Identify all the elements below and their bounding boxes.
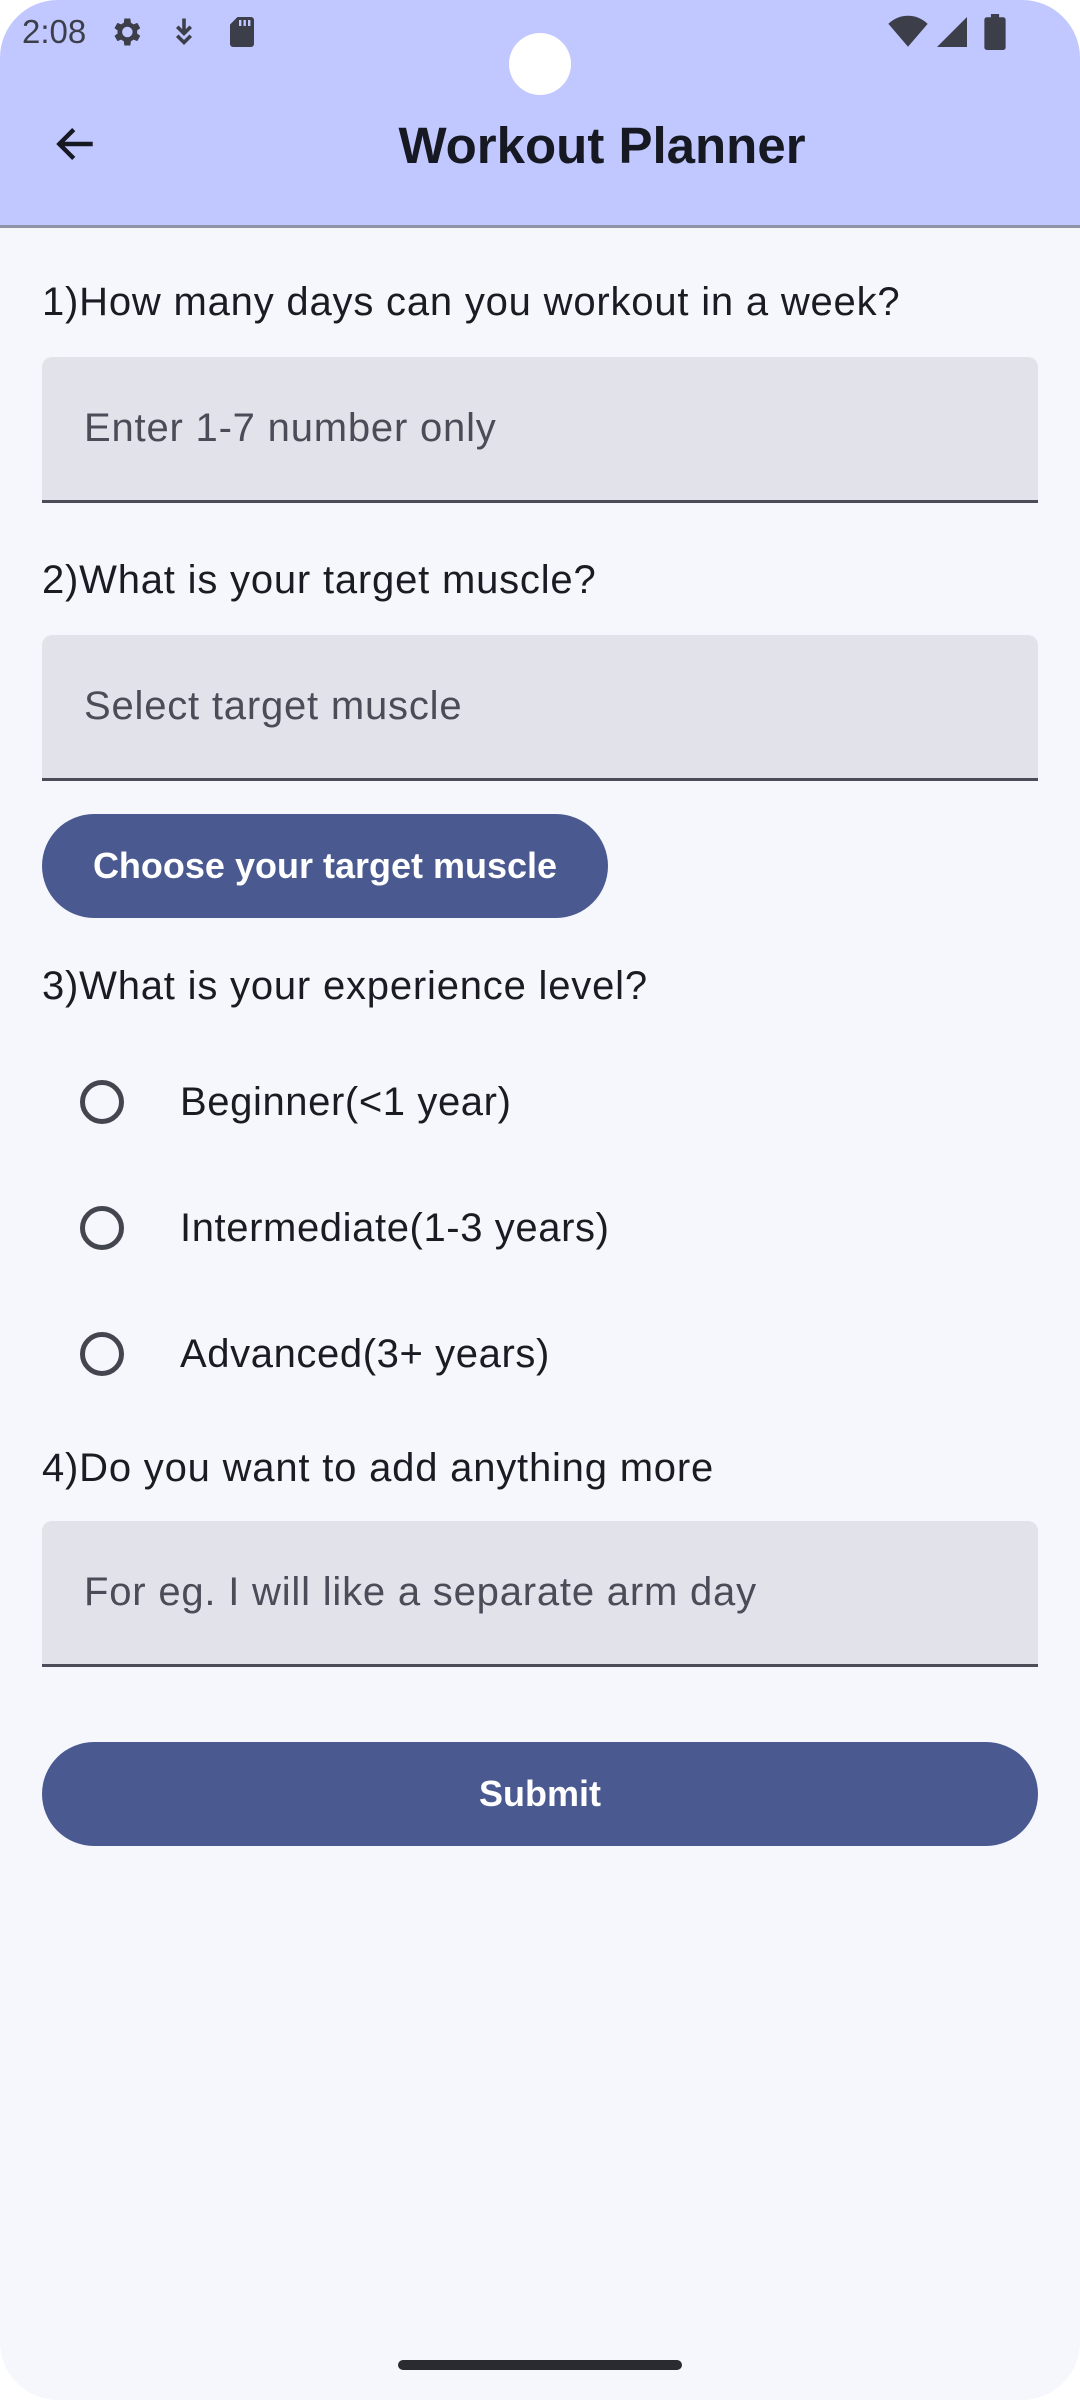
wifi-icon (888, 14, 928, 50)
radio-button[interactable] (80, 1332, 124, 1376)
app-bar: Workout Planner (0, 86, 1080, 206)
extra-notes-field[interactable] (42, 1521, 1038, 1667)
question-extra-label: 4)Do you want to add anything more (42, 1446, 715, 1490)
status-time: 2:08 (22, 13, 87, 50)
days-field[interactable] (42, 357, 1038, 503)
sd-card-icon (224, 14, 260, 50)
radio-option-advanced[interactable]: Advanced(3+ years) (60, 1304, 960, 1404)
download-icon (166, 14, 202, 50)
home-indicator[interactable] (398, 2360, 682, 2370)
top-bar: 2:08 Workout Planner (0, 0, 1080, 228)
muscle-field[interactable] (42, 635, 1038, 781)
radio-label: Beginner(<1 year) (180, 1079, 512, 1124)
question-muscle-label: 2)What is your target muscle? (42, 558, 597, 602)
submit-button[interactable]: Submit (42, 1742, 1038, 1846)
signal-icon (934, 14, 970, 50)
settings-icon (108, 14, 144, 50)
radio-button[interactable] (80, 1206, 124, 1250)
question-days-label: 1)How many days can you workout in a wee… (42, 280, 901, 324)
choose-muscle-button[interactable]: Choose your target muscle (42, 814, 608, 918)
battery-icon (982, 14, 1008, 50)
days-input[interactable] (42, 357, 1038, 500)
muscle-input[interactable] (42, 635, 1038, 778)
extra-notes-input[interactable] (42, 1521, 1038, 1664)
radio-label: Advanced(3+ years) (180, 1331, 550, 1376)
radio-option-intermediate[interactable]: Intermediate(1-3 years) (60, 1178, 960, 1278)
phone-screen: 2:08 Workout Planner 1)How many days can… (0, 0, 1080, 2400)
question-experience-label: 3)What is your experience level? (42, 964, 648, 1008)
radio-option-beginner[interactable]: Beginner(<1 year) (60, 1052, 960, 1152)
radio-button[interactable] (80, 1080, 124, 1124)
radio-label: Intermediate(1-3 years) (180, 1205, 610, 1250)
page-title: Workout Planner (398, 117, 806, 174)
